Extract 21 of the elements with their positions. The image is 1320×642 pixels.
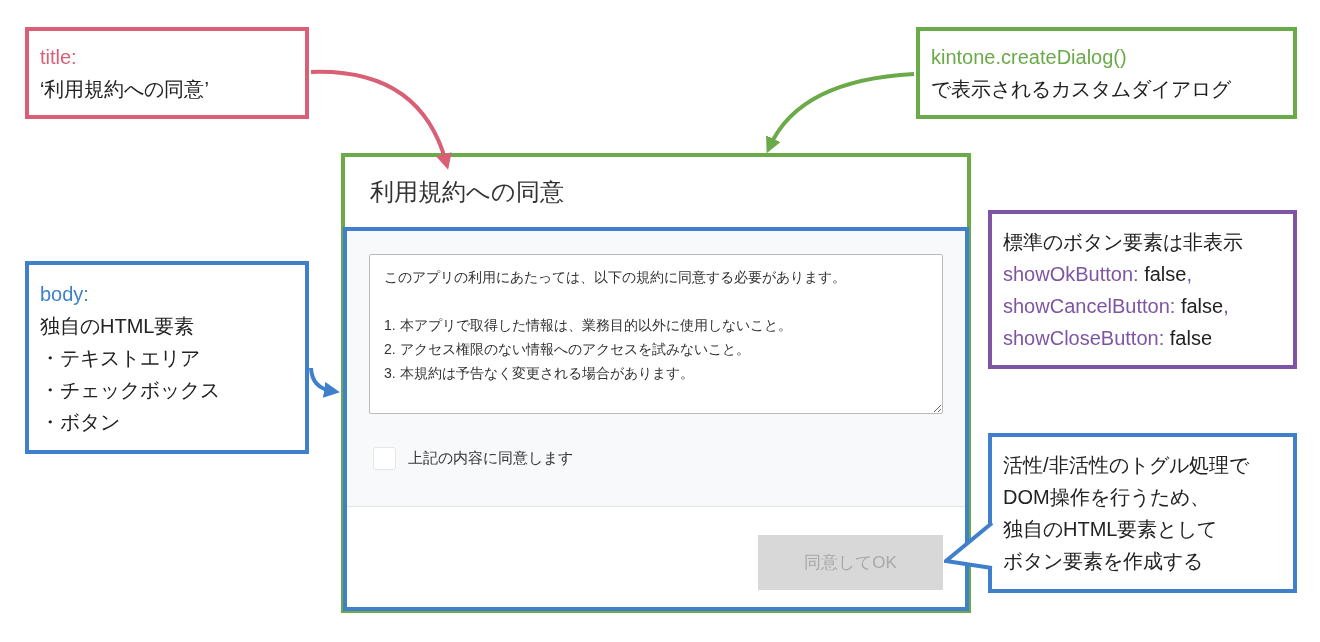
callout-heading: kintone.createDialog() (931, 45, 1128, 70)
callout-text: 活性/非活性のトグル処理で (1003, 453, 1250, 478)
option-line: showCancelButton: false, (1003, 293, 1230, 319)
dialog-title: 利用規約への同意 (370, 177, 564, 207)
callout-text: ボタン要素を作成する (1003, 549, 1204, 574)
callout-text: ・ボタン (40, 409, 121, 435)
option-line: showOkButton: false, (1003, 261, 1193, 287)
agree-checkbox[interactable] (373, 447, 396, 470)
terms-textarea[interactable]: このアプリの利用にあたっては、以下の規約に同意する必要があります。 1. 本アプリで取得した情報は、業務目的以外に使用しないこと。 2. アクセス権限のない情報へのアクセスを試みないこと。 3. 本規約は予告なく変更される場合があります。 (369, 254, 943, 414)
callout-text: ・チェックボックス (40, 377, 221, 403)
callout-heading: body: (40, 281, 90, 307)
callout-text: ‘利用規約への同意’ (40, 77, 210, 102)
option-line: showCloseButton: false (1003, 325, 1213, 351)
callout-text: で表示されるカスタムダイアログ (931, 77, 1232, 102)
callout-text: DOM操作を行うため、 (1003, 485, 1211, 510)
callout-heading: title: (40, 45, 78, 70)
checkbox-label: 上記の内容に同意します (408, 448, 573, 469)
callout-text: 標準のボタン要素は非表示 (1003, 229, 1244, 255)
callout-text: 独自のHTML要素として (1003, 517, 1219, 542)
callout-text: ・テキストエリア (40, 345, 201, 371)
callout-text: 独自のHTML要素 (40, 313, 196, 339)
